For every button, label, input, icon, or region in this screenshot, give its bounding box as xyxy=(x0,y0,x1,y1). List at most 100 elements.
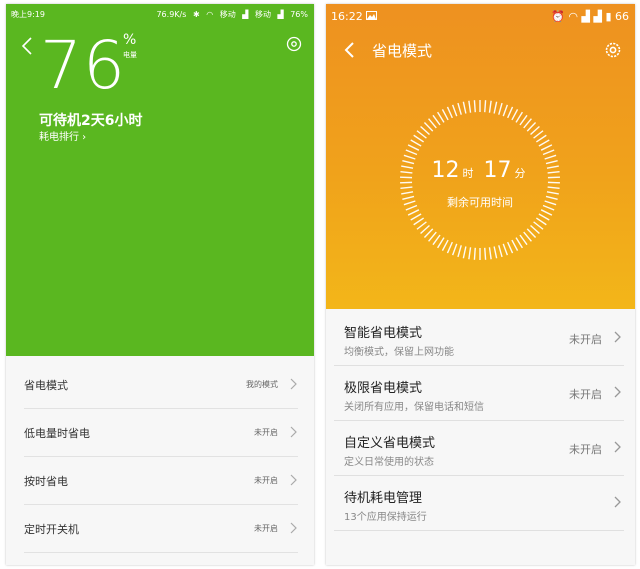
dial-tick xyxy=(523,118,532,129)
remaining-label: 剩余可用时间 xyxy=(447,196,513,209)
saving-header: 16:22 ⏰ ◠ ▟ ▟ ▮ 66 省电模式 12 时 17 分 剩余可用时间 xyxy=(326,4,635,309)
dial-tick xyxy=(526,121,537,132)
dial-tick xyxy=(451,104,458,117)
list-item-low-battery-saving[interactable]: 低电量时省电 未开启 xyxy=(24,409,298,457)
status-bar: 晚上9:19 76.9K/s ✱ ◠ 移动 ▟ 移动 ▟ 76% xyxy=(6,4,314,24)
dial-tick xyxy=(413,134,425,143)
dial-tick xyxy=(451,243,458,256)
dial-tick xyxy=(498,102,503,115)
power-saving-mode-screen: 16:22 ⏰ ◠ ▟ ▟ ▮ 66 省电模式 12 时 17 分 剩余可用时间… xyxy=(326,4,635,565)
dial-tick xyxy=(437,237,445,249)
chevron-right-icon xyxy=(290,426,297,438)
dial-tick xyxy=(502,243,509,256)
minutes-value: 17 xyxy=(483,158,512,183)
dial-tick xyxy=(462,246,467,259)
chevron-right-icon xyxy=(614,386,621,398)
item-label: 省电模式 xyxy=(24,379,68,392)
dial-tick xyxy=(493,101,498,114)
signal-icon: ▟ xyxy=(581,10,590,23)
dial-tick xyxy=(428,231,437,242)
dial-tick xyxy=(473,100,476,113)
chevron-right-icon xyxy=(614,441,621,453)
dial-tick xyxy=(473,247,476,260)
status-right: 76.9K/s ✱ ◠ 移动 ▟ 移动 ▟ 76% xyxy=(152,9,308,20)
dial-tick xyxy=(533,130,544,139)
carrier-2: 移动 xyxy=(254,10,271,19)
list-item-smart-saving[interactable]: 智能省电模式 均衡模式，保留上网功能 未开启 xyxy=(334,311,624,366)
battery-status: 66 xyxy=(615,10,629,23)
standby-time: 可待机2天6小时 xyxy=(39,113,143,129)
carrier-1: 移动 xyxy=(219,10,236,19)
dial-tick xyxy=(493,246,498,259)
dial-tick xyxy=(519,114,528,126)
bluetooth-icon: ✱ xyxy=(192,10,200,19)
dial-tick xyxy=(410,139,422,147)
chevron-right-icon xyxy=(290,474,297,486)
dial-tick xyxy=(535,134,547,143)
list-item-standby-management[interactable]: 待机耗电管理 13个应用保持运行 xyxy=(334,476,624,531)
wifi-icon: ◠ xyxy=(568,10,578,23)
power-options-list: 省电模式 我的模式 低电量时省电 未开启 按时省电 未开启 定时开关机 未开启 xyxy=(6,356,314,565)
item-label: 按时省电 xyxy=(24,475,68,488)
minutes-unit: 分 xyxy=(514,167,526,180)
hours-value: 12 xyxy=(431,158,460,183)
dial-tick xyxy=(441,109,449,121)
dial-tick xyxy=(407,209,420,216)
item-label: 低电量时省电 xyxy=(24,427,90,440)
item-status: 未开启 xyxy=(569,443,602,456)
usage-rank-link[interactable]: 耗电排行 › xyxy=(39,128,86,143)
battery-header: 晚上9:19 76.9K/s ✱ ◠ 移动 ▟ 移动 ▟ 76% 76 % 电量… xyxy=(6,4,314,356)
dial-tick xyxy=(405,149,418,156)
signal-icon-2: ▟ xyxy=(593,10,602,23)
dial-tick xyxy=(538,139,550,147)
status-time: 16:22 xyxy=(331,10,363,23)
dial-tick xyxy=(530,125,540,136)
dial-tick xyxy=(407,144,420,151)
item-label: 待机耗电管理 xyxy=(344,491,423,506)
dial-tick xyxy=(484,100,487,113)
list-item-extreme-saving[interactable]: 极限省电模式 关闭所有应用，保留电话和短信 未开启 xyxy=(334,366,624,421)
list-item-scheduled-power-on-off[interactable]: 定时开关机 未开启 xyxy=(24,505,298,553)
network-speed: 76.9K/s xyxy=(156,10,187,19)
status-bar: 16:22 ⏰ ◠ ▟ ▟ ▮ 66 xyxy=(326,4,635,28)
dial-tick xyxy=(420,224,430,235)
dial-tick xyxy=(538,213,550,221)
item-label: 定时开关机 xyxy=(24,523,79,536)
dial-tick xyxy=(462,101,467,114)
dial-tick xyxy=(446,241,453,254)
item-status: 未开启 xyxy=(254,476,278,485)
dial-tick xyxy=(432,114,441,126)
dial-tick xyxy=(526,228,537,239)
dial-tick xyxy=(519,234,528,246)
item-description: 关闭所有应用，保留电话和短信 xyxy=(344,402,484,413)
battery-label: 电量 xyxy=(123,51,137,59)
item-status: 未开启 xyxy=(569,388,602,401)
dial-tick xyxy=(432,234,441,246)
dial-tick xyxy=(540,144,553,151)
dial-tick xyxy=(523,231,532,242)
back-arrow-icon[interactable] xyxy=(16,34,40,58)
list-item-power-saving-mode[interactable]: 省电模式 我的模式 xyxy=(24,361,298,409)
saving-mode-list: 智能省电模式 均衡模式，保留上网功能 未开启 极限省电模式 关闭所有应用，保留电… xyxy=(326,309,635,565)
remaining-time: 12 时 17 分 xyxy=(398,158,562,183)
dial-tick xyxy=(515,111,523,123)
dial-tick xyxy=(547,186,560,190)
chevron-right-icon xyxy=(290,522,297,534)
dial-tick xyxy=(457,102,462,115)
settings-icon[interactable] xyxy=(284,34,304,54)
dial-tick xyxy=(515,237,523,249)
miui-power-screen: 晚上9:19 76.9K/s ✱ ◠ 移动 ▟ 移动 ▟ 76% 76 % 电量… xyxy=(6,4,314,565)
list-item-custom-saving[interactable]: 自定义省电模式 定义日常使用的状态 未开启 xyxy=(334,421,624,476)
dial-tick xyxy=(535,217,547,226)
settings-icon[interactable] xyxy=(603,40,623,60)
list-item-scheduled-saving[interactable]: 按时省电 未开启 xyxy=(24,457,298,505)
back-arrow-icon[interactable] xyxy=(340,40,360,60)
item-description: 13个应用保持运行 xyxy=(344,512,427,523)
dial-tick xyxy=(488,247,492,260)
dial-tick xyxy=(416,130,427,139)
chevron-right-icon xyxy=(290,378,297,390)
item-status: 我的模式 xyxy=(246,380,278,389)
status-time: 晚上9:19 xyxy=(11,10,45,19)
dial-tick xyxy=(457,245,462,258)
wifi-icon: ◠ xyxy=(206,10,214,19)
